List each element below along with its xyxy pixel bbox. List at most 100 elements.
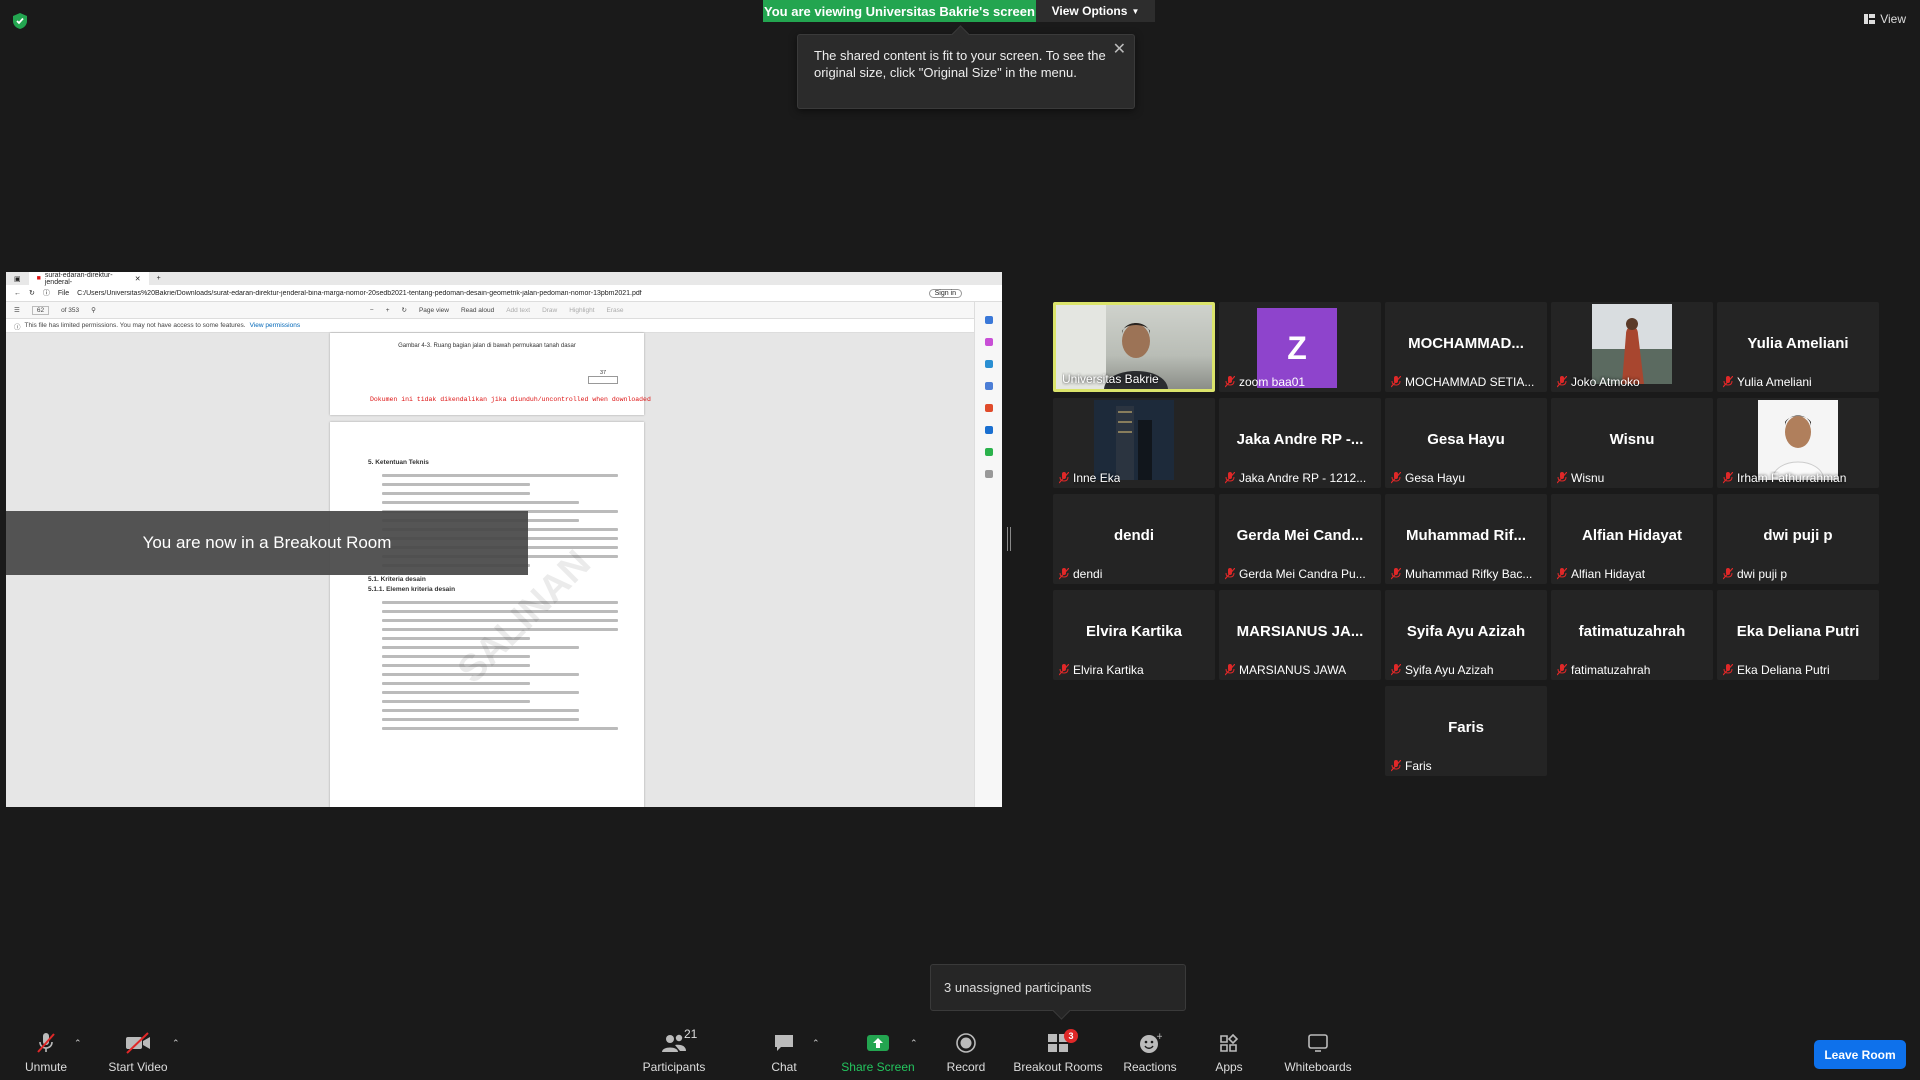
participant-tile[interactable]: Gesa Hayu Gesa Hayu	[1385, 398, 1547, 488]
audio-options-caret[interactable]: ⌃	[74, 1038, 82, 1049]
tab-actions-icon[interactable]: ▣	[14, 275, 21, 283]
participant-display-name: Faris	[1448, 719, 1484, 736]
participant-tile[interactable]: MOCHAMMAD... MOCHAMMAD SETIA...	[1385, 302, 1547, 392]
add-icon[interactable]	[984, 470, 993, 478]
share-screen-button[interactable]: Share Screen	[838, 1024, 918, 1080]
browser-tab[interactable]: ■ surat-edaran-direktur-jenderal- ✕	[28, 272, 149, 286]
mic-muted-icon	[1557, 375, 1568, 388]
participant-tile[interactable]: dwi puji p dwi puji p	[1717, 494, 1879, 584]
unmute-button[interactable]: Unmute	[22, 1024, 70, 1080]
apps-button[interactable]: Apps	[1212, 1024, 1246, 1080]
participant-name: Irham Fathurrahman	[1737, 471, 1847, 485]
pdf-page: 5. Ketentuan Teknis 5.1. Kriteria desain…	[330, 422, 644, 807]
text-line	[382, 709, 579, 712]
participant-tile[interactable]: fatimatuzahrah fatimatuzahrah	[1551, 590, 1713, 680]
participant-tile[interactable]: Alfian Hidayat Alfian Hidayat	[1551, 494, 1713, 584]
participant-tile[interactable]: Inne Eka	[1053, 398, 1215, 488]
participant-tile[interactable]: Gerda Mei Cand... Gerda Mei Candra Pu...	[1219, 494, 1381, 584]
participant-name: dendi	[1073, 567, 1103, 581]
browser-tab-strip: ▣ ■ surat-edaran-direktur-jenderal- ✕ +	[6, 272, 1002, 286]
participant-display-name: fatimatuzahrah	[1578, 623, 1686, 640]
participant-tile[interactable]: Faris Faris	[1385, 686, 1547, 776]
chat-button[interactable]: Chat	[764, 1024, 804, 1080]
unassigned-participants-popup[interactable]: 3 unassigned participants	[930, 964, 1186, 1011]
start-video-button[interactable]: Start Video	[106, 1024, 170, 1080]
participant-name-label: MOCHAMMAD SETIA...	[1391, 374, 1541, 390]
pdf-tool-add-text[interactable]: Add text	[506, 307, 530, 314]
participants-button[interactable]: 21 Participants	[640, 1024, 708, 1080]
viewing-screen-banner: You are viewing Universitas Bakrie's scr…	[763, 0, 1036, 22]
participant-name: Muhammad Rifky Bac...	[1405, 567, 1533, 581]
tooltip-text: The shared content is fit to your screen…	[814, 48, 1106, 80]
view-permissions-link[interactable]: View permissions	[250, 322, 300, 329]
search-icon[interactable]: ⚲	[91, 306, 96, 314]
apps-icon	[1215, 1031, 1243, 1055]
splitter-handle[interactable]	[1007, 527, 1011, 551]
pdf-tool-highlight[interactable]: Highlight	[569, 307, 594, 314]
participant-name: Gerda Mei Candra Pu...	[1239, 567, 1366, 581]
text-line	[382, 601, 619, 604]
participants-count: 21	[684, 1027, 698, 1041]
view-button[interactable]: View	[1864, 12, 1906, 26]
participant-tile[interactable]: Eka Deliana Putri Eka Deliana Putri	[1717, 590, 1879, 680]
participant-tile[interactable]: Joko Atmoko	[1551, 302, 1713, 392]
chat-options-caret[interactable]: ⌃	[812, 1038, 820, 1049]
tools-icon[interactable]	[984, 382, 993, 390]
participant-tile[interactable]: MARSIANUS JA... MARSIANUS JAWA	[1219, 590, 1381, 680]
zoom-out-icon[interactable]: −	[370, 307, 374, 314]
spotify-icon[interactable]	[984, 448, 993, 456]
participant-tile[interactable]: Universitas Bakrie	[1053, 302, 1215, 392]
participant-name-label: Inne Eka	[1059, 470, 1209, 486]
breakout-rooms-button[interactable]: 3 Breakout Rooms	[1012, 1024, 1104, 1080]
reactions-button[interactable]: + Reactions	[1121, 1024, 1179, 1080]
shopping-icon[interactable]	[984, 360, 993, 368]
mic-muted-icon	[1557, 663, 1568, 676]
pdf-tool-page-view[interactable]: Page view	[419, 307, 449, 314]
copilot-icon[interactable]	[984, 338, 993, 346]
search-icon[interactable]	[984, 316, 993, 324]
participant-display-name: Elvira Kartika	[1086, 623, 1182, 640]
security-shield-icon[interactable]	[12, 12, 28, 30]
rotate-icon[interactable]: ↻	[402, 306, 407, 314]
zoom-in-icon[interactable]: +	[386, 307, 390, 314]
outlook-icon[interactable]	[984, 426, 993, 434]
participant-tile[interactable]: dendi dendi	[1053, 494, 1215, 584]
back-icon[interactable]: ←	[14, 290, 21, 297]
share-options-caret[interactable]: ⌃	[910, 1038, 918, 1049]
pdf-tool-erase[interactable]: Erase	[607, 307, 624, 314]
page-input[interactable]: 62	[31, 305, 50, 315]
close-tab-icon[interactable]: ✕	[135, 275, 141, 283]
record-button[interactable]: Record	[944, 1024, 988, 1080]
text-line	[382, 691, 579, 694]
address-url[interactable]: C:/Users/Universitas%20Bakrie/Downloads/…	[77, 290, 920, 297]
participant-tile[interactable]: Muhammad Rif... Muhammad Rifky Bac...	[1385, 494, 1547, 584]
refresh-icon[interactable]: ↻	[29, 289, 35, 297]
participant-tile[interactable]: Elvira Kartika Elvira Kartika	[1053, 590, 1215, 680]
participant-tile[interactable]: Yulia Ameliani Yulia Ameliani	[1717, 302, 1879, 392]
participant-tile[interactable]: Jaka Andre RP -... Jaka Andre RP - 1212..…	[1219, 398, 1381, 488]
participant-name: Yulia Ameliani	[1737, 375, 1812, 389]
close-icon[interactable]: ✕	[1113, 41, 1126, 58]
new-tab-icon[interactable]: +	[157, 275, 161, 282]
participant-name-label: zoom baa01	[1225, 374, 1375, 390]
participant-tile[interactable]: Wisnu Wisnu	[1551, 398, 1713, 488]
pdf-tool-read-aloud[interactable]: Read aloud	[461, 307, 494, 314]
permission-notice: ⓘ This file has limited permissions. You…	[6, 319, 1002, 333]
office-icon[interactable]	[984, 404, 993, 412]
view-options-menu[interactable]: View Options ▼	[1036, 0, 1155, 22]
participant-tile[interactable]: Irham Fathurrahman	[1717, 398, 1879, 488]
tab-title: surat-edaran-direktur-jenderal-	[44, 272, 113, 286]
mic-muted-icon	[1059, 567, 1070, 580]
contents-icon[interactable]: ☰	[14, 306, 20, 314]
sign-in-button[interactable]: Sign in	[928, 288, 962, 298]
participant-display-name: MARSIANUS JA...	[1236, 623, 1364, 640]
whiteboards-button[interactable]: Whiteboards	[1282, 1024, 1354, 1080]
video-options-caret[interactable]: ⌃	[172, 1038, 180, 1049]
whiteboard-icon	[1304, 1031, 1332, 1055]
leave-room-button[interactable]: Leave Room	[1814, 1040, 1906, 1069]
participant-tile[interactable]: Zzoom baa01	[1219, 302, 1381, 392]
participant-name-label: Faris	[1391, 758, 1541, 774]
pdf-tool-draw[interactable]: Draw	[542, 307, 557, 314]
grid-view-icon	[1864, 14, 1876, 24]
participant-tile[interactable]: Syifa Ayu Azizah Syifa Ayu Azizah	[1385, 590, 1547, 680]
